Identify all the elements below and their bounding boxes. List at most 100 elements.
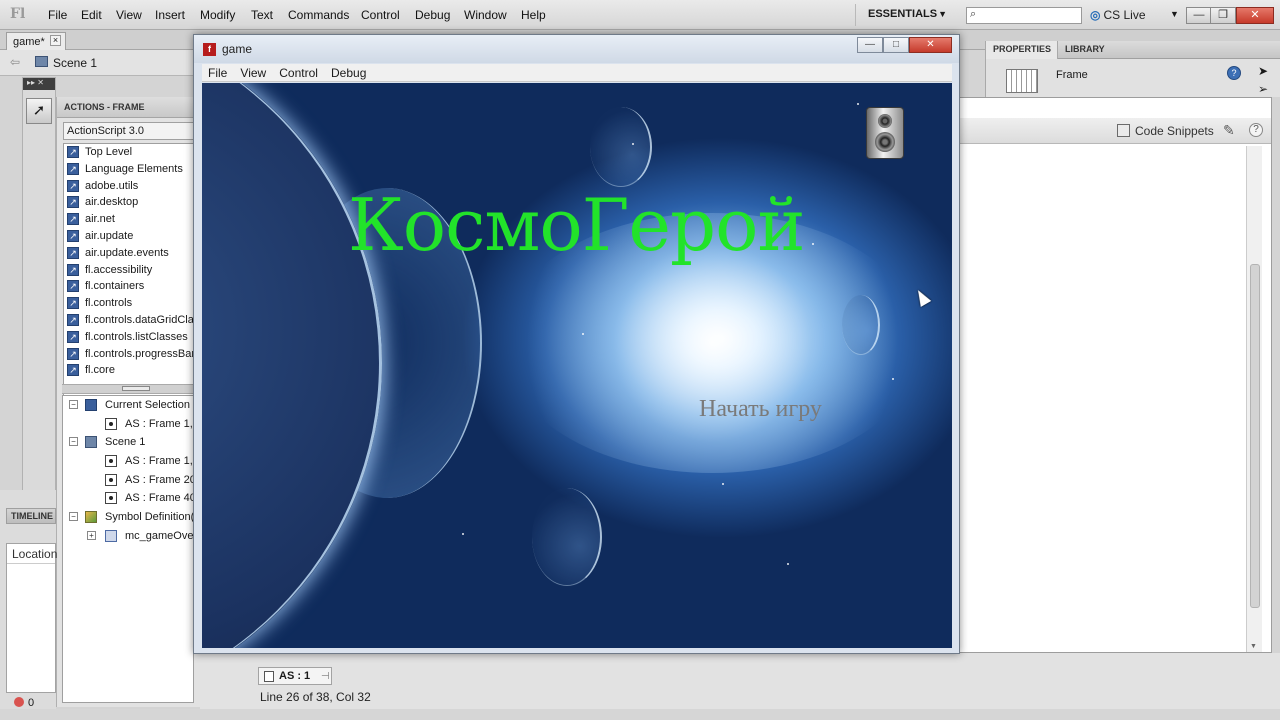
menu-insert[interactable]: Insert bbox=[155, 8, 185, 22]
tools-panel-header[interactable]: ▸▸ ✕ bbox=[23, 78, 55, 90]
pin-script-icon[interactable]: ⊣ bbox=[321, 671, 330, 682]
cs-live-button[interactable]: ◎ CS Live bbox=[1090, 8, 1146, 22]
chevron-down-icon[interactable]: ▼ bbox=[1170, 9, 1179, 19]
menu-debug[interactable]: Debug bbox=[415, 8, 450, 22]
selection-tool-icon[interactable]: ➚ bbox=[26, 98, 52, 124]
collapse-icon[interactable]: − bbox=[69, 437, 78, 447]
list-item[interactable]: ↗ air.net bbox=[64, 211, 202, 228]
list-item[interactable]: ↗ air.update bbox=[64, 228, 202, 245]
tree-row-current-selection[interactable]: − Current Selection bbox=[63, 396, 193, 415]
list-item[interactable]: ↗ fl.accessibility bbox=[64, 262, 202, 279]
game-window-titlebar[interactable]: f game — □ ✕ bbox=[194, 35, 959, 63]
list-item[interactable]: ↗ fl.containers bbox=[64, 278, 202, 295]
timeline-panel: Location bbox=[6, 543, 57, 693]
expand-icon[interactable]: + bbox=[87, 530, 96, 540]
tree-row-frame[interactable]: AS : Frame 40, bbox=[63, 489, 193, 508]
game-menu-view[interactable]: View bbox=[234, 64, 266, 80]
tree-row-frame[interactable]: AS : Frame 20, bbox=[63, 471, 193, 490]
minimize-button[interactable]: — bbox=[1186, 7, 1212, 24]
game-menu-debug[interactable]: Debug bbox=[325, 64, 366, 80]
star bbox=[892, 378, 894, 380]
list-item[interactable]: ↗ fl.controls.listClasses bbox=[64, 329, 202, 346]
menu-help[interactable]: Help bbox=[521, 8, 546, 22]
menu-control[interactable]: Control bbox=[361, 8, 400, 22]
crescent-moon bbox=[842, 295, 880, 355]
menu-window[interactable]: Window bbox=[464, 8, 507, 22]
code-snippets-label: Code Snippets bbox=[1135, 124, 1214, 138]
mouse-cursor-icon bbox=[912, 287, 932, 307]
tab-library[interactable]: LIBRARY bbox=[1058, 41, 1111, 59]
list-item[interactable]: ↗ fl.controls.progressBar bbox=[64, 346, 202, 363]
start-game-button[interactable]: Начать игру bbox=[699, 396, 822, 423]
tab-properties[interactable]: PROPERTIES bbox=[986, 41, 1059, 59]
tree-row-frame[interactable]: AS : Frame 1, bbox=[63, 415, 193, 434]
menu-text[interactable]: Text bbox=[251, 8, 273, 22]
menu-file[interactable]: File bbox=[48, 8, 67, 22]
menu-view[interactable]: View bbox=[116, 8, 142, 22]
book-icon: ↗ bbox=[67, 230, 79, 243]
list-item[interactable]: ↗ air.desktop bbox=[64, 194, 202, 211]
list-item[interactable]: ↗ Top Level bbox=[64, 144, 202, 161]
language-select[interactable]: ActionScript 3.0 bbox=[63, 122, 196, 140]
magic-wand-icon[interactable]: ✎ bbox=[1223, 122, 1235, 139]
bottom-scrollbar[interactable] bbox=[0, 709, 1280, 720]
search-input[interactable] bbox=[983, 8, 1079, 23]
workspace-switcher[interactable]: ESSENTIALS ▼ bbox=[855, 4, 955, 26]
help-icon[interactable]: ? bbox=[1227, 66, 1241, 80]
minimize-button[interactable]: — bbox=[857, 37, 883, 53]
scene-icon bbox=[35, 56, 48, 67]
game-menu-file[interactable]: File bbox=[202, 64, 227, 80]
tree-row-label: Current Selection bbox=[105, 399, 190, 411]
list-item[interactable]: ↗ adobe.utils bbox=[64, 178, 202, 195]
menu-edit[interactable]: Edit bbox=[81, 8, 102, 22]
tree-row-scene[interactable]: − Scene 1 bbox=[63, 433, 193, 452]
code-snippets-button[interactable]: Code Snippets bbox=[1117, 124, 1214, 138]
maximize-button[interactable]: □ bbox=[883, 37, 909, 53]
script-tab[interactable]: AS : 1 ⊣ bbox=[258, 667, 332, 685]
menu-commands[interactable]: Commands bbox=[288, 8, 349, 22]
close-icon[interactable]: × bbox=[50, 35, 61, 46]
book-icon: ↗ bbox=[67, 162, 79, 175]
collapse-icon[interactable]: − bbox=[69, 512, 78, 522]
list-item-label: fl.core bbox=[85, 364, 115, 377]
tree-row-movieclip[interactable]: + mc_gameOver bbox=[63, 527, 193, 546]
tree-row-label: AS : Frame 1, bbox=[125, 455, 193, 468]
tree-row-label: Symbol Definition(s bbox=[105, 511, 194, 524]
actions-panel-title[interactable]: ACTIONS - FRAME bbox=[57, 97, 200, 118]
right-tool-column: ➤ ➢ bbox=[1255, 60, 1280, 100]
list-item[interactable]: ↗ fl.core bbox=[64, 362, 202, 379]
back-arrow-icon[interactable]: ⇦ bbox=[10, 55, 20, 69]
speaker-icon[interactable] bbox=[866, 107, 904, 159]
document-tab[interactable]: game* × bbox=[6, 32, 66, 50]
tree-row-frame[interactable]: AS : Frame 1, bbox=[63, 452, 193, 471]
list-item[interactable]: ↗ fl.controls bbox=[64, 295, 202, 312]
tree-row-label: AS : Frame 1, bbox=[125, 417, 193, 430]
restore-button[interactable]: ❐ bbox=[1210, 7, 1236, 24]
tools-panel: ▸▸ ✕ ➚ bbox=[22, 77, 56, 507]
panel-split-handle[interactable] bbox=[62, 384, 194, 394]
star bbox=[722, 483, 724, 485]
symbol-definitions-icon bbox=[85, 511, 97, 524]
subselection-arrow-icon[interactable]: ➢ bbox=[1258, 82, 1280, 96]
game-menu-control[interactable]: Control bbox=[273, 64, 318, 80]
game-stage[interactable]: КосмоГерой Начать игру bbox=[202, 83, 952, 648]
collapse-icon[interactable]: − bbox=[69, 400, 78, 409]
scroll-down-icon[interactable]: ▼ bbox=[1250, 643, 1257, 650]
flash-player-icon: f bbox=[203, 43, 216, 56]
list-item[interactable]: ↗ Language Elements bbox=[64, 161, 202, 178]
help-search[interactable]: ⌕ bbox=[966, 7, 1082, 24]
cursor-status: Line 26 of 38, Col 32 bbox=[260, 690, 371, 704]
menu-modify[interactable]: Modify bbox=[200, 8, 235, 22]
close-button[interactable]: ✕ bbox=[909, 37, 952, 53]
help-icon[interactable]: ? bbox=[1249, 123, 1263, 137]
tree-row-symbol-definitions[interactable]: − Symbol Definition(s bbox=[63, 508, 193, 527]
list-item[interactable]: ↗ air.update.events bbox=[64, 245, 202, 262]
selection-arrow-icon[interactable]: ➤ bbox=[1258, 64, 1280, 78]
editor-vertical-scrollbar[interactable]: ▼ bbox=[1246, 146, 1262, 652]
scrollbar-thumb[interactable] bbox=[1250, 264, 1260, 608]
close-button[interactable]: ✕ bbox=[1236, 7, 1274, 24]
chevron-down-icon: ▼ bbox=[938, 9, 947, 19]
list-item[interactable]: ↗ fl.controls.dataGridCla bbox=[64, 312, 202, 329]
timeline-panel-tab[interactable]: TIMELINE bbox=[6, 508, 56, 524]
book-icon: ↗ bbox=[67, 179, 79, 192]
